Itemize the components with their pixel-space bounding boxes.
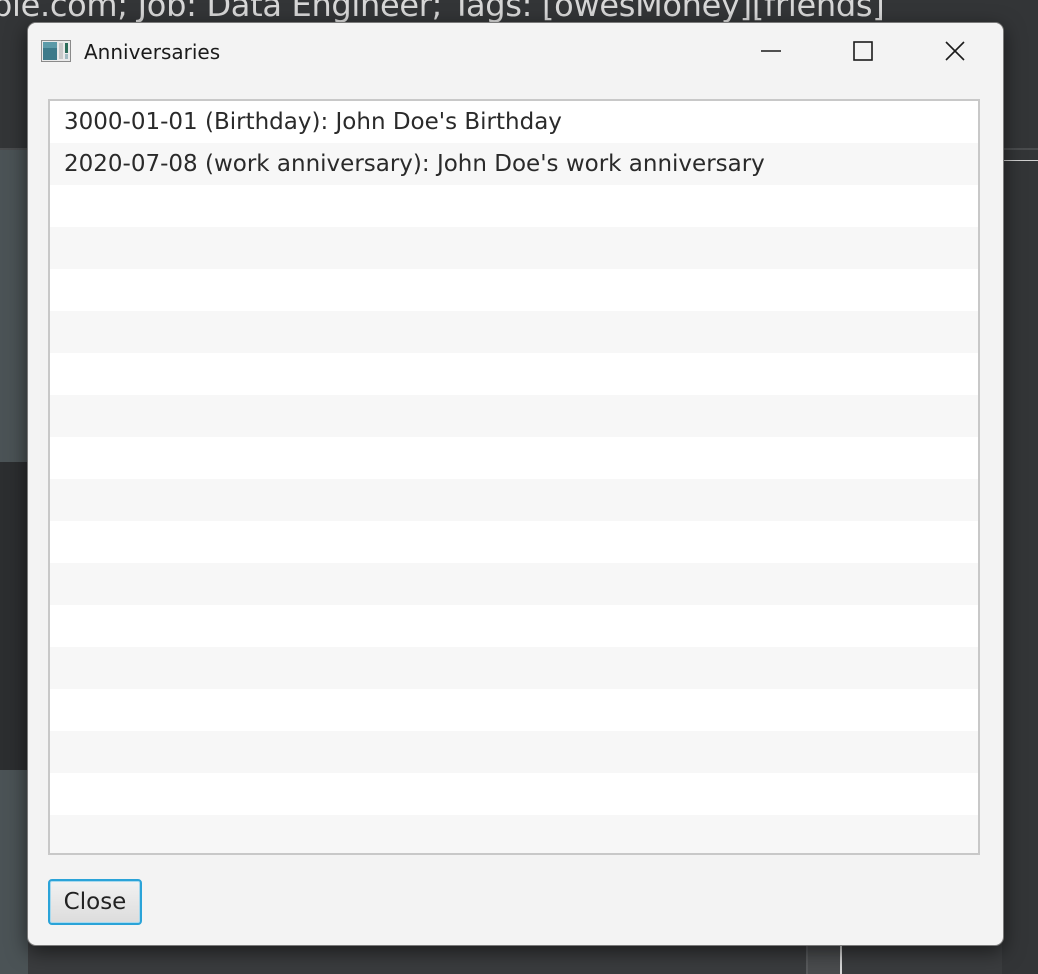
list-item-empty xyxy=(50,479,978,521)
list-item-empty xyxy=(50,269,978,311)
list-item-empty xyxy=(50,311,978,353)
background-right-panel xyxy=(1002,150,1038,974)
maximize-button[interactable] xyxy=(817,23,909,79)
list-item-empty xyxy=(50,521,978,563)
minimize-button[interactable] xyxy=(725,23,817,79)
app-window-icon xyxy=(41,40,71,62)
list-item-empty xyxy=(50,185,978,227)
background-contact-details-text: ple.com; Job: Data Engineer; Tags: [owes… xyxy=(0,0,885,24)
close-window-button[interactable] xyxy=(909,23,1001,79)
list-item-empty xyxy=(50,227,978,269)
list-item-empty xyxy=(50,689,978,731)
title-bar[interactable]: Anniversaries xyxy=(28,23,1003,81)
anniversaries-dialog: Anniversaries 3000-01-01 (Birthday): Joh… xyxy=(27,22,1004,946)
list-item-empty xyxy=(50,815,978,853)
background-divider xyxy=(1002,160,1038,161)
list-item-empty xyxy=(50,731,978,773)
list-item[interactable]: 3000-01-01 (Birthday): John Doe's Birthd… xyxy=(50,101,978,143)
maximize-icon xyxy=(853,41,873,61)
anniversary-list[interactable]: 3000-01-01 (Birthday): John Doe's Birthd… xyxy=(48,99,980,855)
list-item[interactable]: 2020-07-08 (work anniversary): John Doe'… xyxy=(50,143,978,185)
list-item-empty xyxy=(50,395,978,437)
background-scrollbar[interactable] xyxy=(806,944,842,974)
list-item-empty xyxy=(50,437,978,479)
minimize-icon xyxy=(761,50,781,52)
list-item-empty xyxy=(50,563,978,605)
background-left-panel-section xyxy=(0,462,28,770)
list-item-empty xyxy=(50,773,978,815)
close-icon xyxy=(945,41,965,61)
list-item-empty xyxy=(50,647,978,689)
list-item-empty xyxy=(50,353,978,395)
window-title: Anniversaries xyxy=(84,40,221,64)
close-button[interactable]: Close xyxy=(48,879,142,925)
list-item-empty xyxy=(50,605,978,647)
